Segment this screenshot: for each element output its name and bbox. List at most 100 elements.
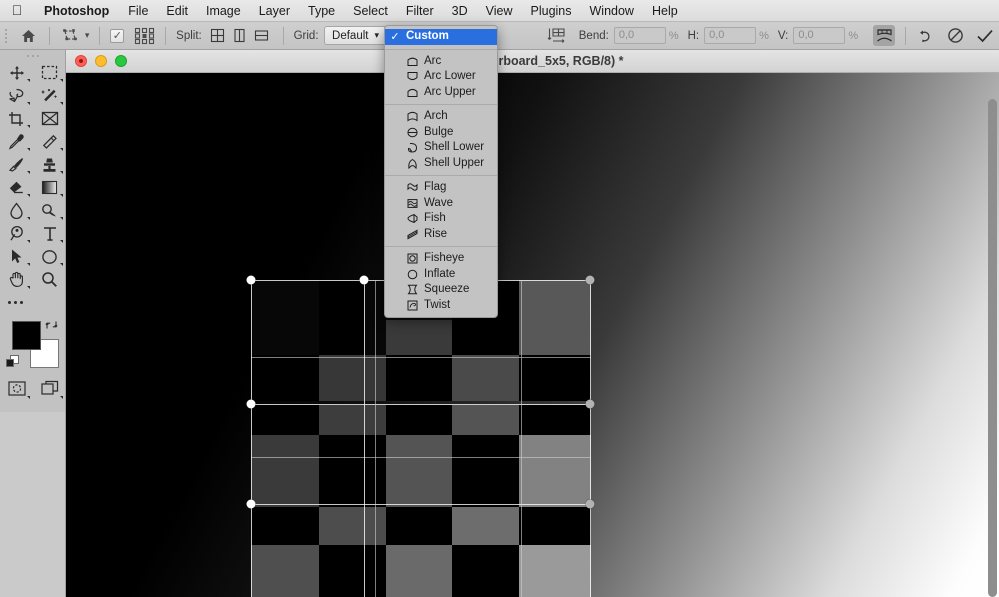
eyedropper-tool[interactable] [0,130,33,153]
menu-select[interactable]: Select [344,0,397,22]
more-tools-icon[interactable] [0,291,65,313]
warp-anchor-handle[interactable] [585,499,595,509]
bend-input[interactable]: 0,0 [613,27,666,44]
menu-filter[interactable]: Filter [397,0,443,22]
divider [282,26,284,45]
grid-dropdown[interactable]: Default ▾ [323,26,388,45]
menu-item-rise[interactable]: Rise [385,227,497,243]
divider [99,26,101,45]
type-tool[interactable] [33,222,66,245]
screen-mode-icon[interactable] [33,375,66,401]
menu-item-bulge[interactable]: Bulge [385,125,497,141]
menu-item-wave[interactable]: Wave [385,196,497,212]
warp-gridline[interactable] [521,280,522,597]
menu-item-arc[interactable]: Arc [385,54,497,70]
menu-item-fisheye[interactable]: Fisheye [385,251,497,267]
menu-type[interactable]: Type [299,0,344,22]
tools-panel-grip[interactable] [0,50,65,61]
menu-edit[interactable]: Edit [157,0,197,22]
vertical-scrollbar[interactable] [988,99,997,597]
hand-tool[interactable] [0,268,33,291]
warp-enable-checkbox[interactable]: ✓ [110,28,125,43]
quick-mask-icon[interactable] [0,375,33,401]
warp-anchor-handle[interactable] [359,275,369,285]
menu-item-inflate[interactable]: Inflate [385,267,497,283]
pen-tool[interactable] [0,222,33,245]
warp-gridline[interactable] [364,280,365,597]
reference-point-grid-icon[interactable] [133,25,155,46]
menu-item-flag[interactable]: Flag [385,180,497,196]
warp-transform-grid[interactable] [66,73,999,597]
menu-view[interactable]: View [477,0,522,22]
warp-gridline[interactable] [375,280,376,597]
canvas-area[interactable] [66,73,999,597]
squeeze-icon [406,284,419,295]
warp-gridline[interactable] [251,457,591,458]
menu-file[interactable]: File [119,0,157,22]
crop-tool[interactable] [0,107,33,130]
menu-item-squeeze[interactable]: Squeeze [385,282,497,298]
move-tool[interactable] [0,61,33,84]
menu-help[interactable]: Help [643,0,687,22]
document-title-bar[interactable]: s (checkerboard_5x5, RGB/8) * [66,50,999,73]
commit-checkmark-icon[interactable] [974,25,996,46]
warp-style-menu[interactable]: ✓ Custom Arc Arc Lower Arc Upper Arch Bu… [384,25,498,318]
menu-layer[interactable]: Layer [250,0,299,22]
split-horizontal-icon[interactable] [251,25,273,46]
default-colors-icon[interactable] [6,355,19,373]
warp-mode-icon[interactable] [873,25,896,46]
foreground-color-swatch[interactable] [12,321,41,350]
brush-tool[interactable] [0,153,33,176]
warp-anchor-handle[interactable] [585,275,595,285]
magic-wand-tool[interactable] [33,84,66,107]
path-selection-tool[interactable] [0,245,33,268]
warp-gridline[interactable] [590,280,591,597]
warp-gridline[interactable] [251,504,591,505]
swap-colors-icon[interactable] [45,318,58,336]
blur-tool[interactable] [0,199,33,222]
warp-anchor-handle[interactable] [246,275,256,285]
eraser-tool[interactable] [0,176,33,199]
lasso-tool[interactable] [0,84,33,107]
warp-split-icon[interactable] [546,25,568,46]
apple-icon[interactable]:  [0,2,34,20]
dodge-tool[interactable] [33,199,66,222]
reset-arrow-icon[interactable] [916,25,938,46]
menu-image[interactable]: Image [197,0,250,22]
split-vertical-icon[interactable] [229,25,251,46]
frame-tool[interactable] [33,107,66,130]
warp-gridline[interactable] [251,357,591,358]
menu-window[interactable]: Window [581,0,643,22]
menu-plugins[interactable]: Plugins [522,0,581,22]
warp-preset-icon[interactable] [60,25,82,46]
rectangular-marquee-tool[interactable] [33,61,66,84]
menu-item-arc-lower[interactable]: Arc Lower [385,69,497,85]
healing-brush-tool[interactable] [33,130,66,153]
chevron-down-icon[interactable]: ▾ [85,30,90,41]
menu-item-shell-upper[interactable]: Shell Upper [385,156,497,172]
warp-gridline[interactable] [251,404,591,405]
warp-anchor-handle[interactable] [246,399,256,409]
ellipse-shape-tool[interactable] [33,245,66,268]
warp-anchor-handle[interactable] [585,399,595,409]
menu-3d[interactable]: 3D [443,0,477,22]
gradient-tool[interactable] [33,176,66,199]
h-input[interactable]: 0,0 [704,27,757,44]
clone-stamp-tool[interactable] [33,153,66,176]
warp-gridline[interactable] [251,280,252,597]
menu-photoshop[interactable]: Photoshop [34,0,119,22]
warp-anchor-handle[interactable] [246,499,256,509]
v-input[interactable]: 0,0 [793,27,846,44]
menu-item-arch[interactable]: Arch [385,109,497,125]
split-crosswise-icon[interactable] [207,25,229,46]
menu-item-arc-upper[interactable]: Arc Upper [385,85,497,101]
zoom-tool[interactable] [33,268,66,291]
menu-item-shell-lower[interactable]: Shell Lower [385,140,497,156]
options-bar-grip[interactable] [0,22,9,50]
menu-item-custom[interactable]: ✓ Custom [385,29,497,45]
cancel-icon[interactable] [945,25,967,46]
scrollbar-thumb[interactable] [988,99,997,597]
menu-item-fish[interactable]: Fish [385,211,497,227]
menu-item-twist[interactable]: Twist [385,298,497,314]
home-icon[interactable] [17,25,39,46]
